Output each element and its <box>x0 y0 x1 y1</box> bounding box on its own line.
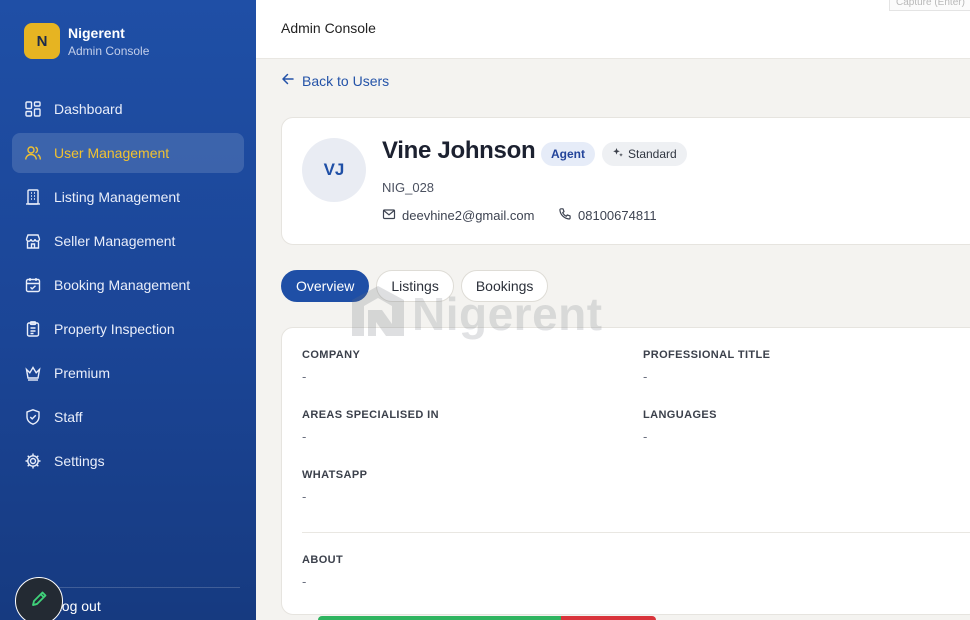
sparkle-icon <box>612 147 628 162</box>
users-icon <box>24 144 42 162</box>
brand[interactable]: N Nigerent Admin Console <box>24 23 149 59</box>
top-bar: Admin Console Capture (Enter) <box>256 0 970 59</box>
sidebar-item-staff[interactable]: Staff <box>12 397 244 437</box>
tier-badge-label: Standard <box>628 147 677 161</box>
brand-subtitle: Admin Console <box>68 43 150 58</box>
clipboard-icon <box>24 320 42 338</box>
sidebar-item-label: Dashboard <box>54 101 123 117</box>
building-icon <box>24 188 42 206</box>
professional-title-value: - <box>643 369 648 384</box>
user-id: NIG_028 <box>382 180 435 195</box>
about-value: - <box>302 574 307 589</box>
about-label: ABOUT <box>302 554 344 566</box>
sidebar-item-booking-management[interactable]: Booking Management <box>12 265 244 305</box>
professional-title-label: PROFESSIONAL TITLE <box>643 349 771 361</box>
pencil-icon <box>29 589 49 614</box>
company-field: COMPANY - <box>302 349 360 384</box>
overview-details-card: COMPANY - PROFESSIONAL TITLE - AREAS SPE… <box>281 327 970 615</box>
back-link-label: Back to Users <box>302 72 390 89</box>
tier-badge: Standard <box>602 142 687 166</box>
sidebar-item-label: Seller Management <box>54 233 176 249</box>
details-divider <box>302 532 970 533</box>
sidebar-item-user-management[interactable]: User Management <box>12 133 244 173</box>
sidebar-item-property-inspection[interactable]: Property Inspection <box>12 309 244 349</box>
areas-label: AREAS SPECIALISED IN <box>302 409 439 421</box>
areas-field: AREAS SPECIALISED IN - <box>302 409 439 444</box>
profile-tabs: Overview Listings Bookings <box>281 270 555 302</box>
sidebar-item-seller-management[interactable]: Seller Management <box>12 221 244 261</box>
email-text: deevhine2@gmail.com <box>402 208 535 223</box>
whatsapp-field: WHATSAPP - <box>302 469 367 504</box>
company-value: - <box>302 369 307 384</box>
whatsapp-label: WHATSAPP <box>302 469 368 481</box>
whatsapp-value: - <box>302 489 307 504</box>
brand-name: Nigerent <box>68 24 125 41</box>
professional-title-field: PROFESSIONAL TITLE - <box>643 349 770 384</box>
sidebar: N Nigerent Admin Console Dashboard User … <box>0 0 256 620</box>
sidebar-item-dashboard[interactable]: Dashboard <box>12 89 244 129</box>
about-field: ABOUT - <box>302 554 343 589</box>
phone-icon <box>558 207 578 224</box>
reject-button[interactable] <box>561 616 656 620</box>
phone-text: 08100674811 <box>578 208 657 223</box>
sidebar-item-label: Settings <box>54 453 105 469</box>
sidebar-item-label: Listing Management <box>54 189 181 205</box>
sidebar-item-label: Property Inspection <box>54 321 175 337</box>
dashboard-icon <box>24 100 42 118</box>
user-name: Vine Johnson <box>382 137 536 164</box>
user-phone: 08100674811 <box>558 207 657 224</box>
sidebar-item-premium[interactable]: Premium <box>12 353 244 393</box>
calendar-icon <box>24 276 42 294</box>
brand-logo: N <box>24 23 60 59</box>
crown-icon <box>24 364 42 382</box>
sidebar-item-label: Staff <box>54 409 83 425</box>
areas-value: - <box>302 429 307 444</box>
sidebar-item-listing-management[interactable]: Listing Management <box>12 177 244 217</box>
edit-fab-button[interactable] <box>15 577 63 620</box>
approve-button[interactable] <box>318 616 561 620</box>
company-label: COMPANY <box>302 349 361 361</box>
profile-card: VJ Vine Johnson Agent Standard NIG_028 d… <box>281 117 970 245</box>
back-to-users-link[interactable]: Back to Users <box>281 72 389 89</box>
sidebar-item-label: Premium <box>54 365 111 381</box>
mail-icon <box>382 207 402 224</box>
page-title: Admin Console <box>281 20 376 36</box>
sidebar-nav: Dashboard User Management Listing Manage… <box>12 89 244 485</box>
capture-hint: Capture (Enter) <box>889 0 970 11</box>
role-badge: Agent <box>541 142 595 166</box>
gear-icon <box>24 452 42 470</box>
languages-label: LANGUAGES <box>643 409 717 421</box>
sidebar-item-settings[interactable]: Settings <box>12 441 244 481</box>
avatar: VJ <box>302 138 366 202</box>
store-icon <box>24 232 42 250</box>
sidebar-item-label: Booking Management <box>54 277 191 293</box>
tab-bookings[interactable]: Bookings <box>460 270 549 302</box>
languages-field: LANGUAGES - <box>643 409 717 444</box>
tab-listings[interactable]: Listings <box>376 270 454 302</box>
sidebar-item-label: User Management <box>54 145 170 161</box>
tab-overview[interactable]: Overview <box>281 270 370 302</box>
user-email: deevhine2@gmail.com <box>382 207 534 224</box>
arrow-left-icon <box>281 72 302 89</box>
languages-value: - <box>643 429 648 444</box>
shield-icon <box>24 408 42 426</box>
